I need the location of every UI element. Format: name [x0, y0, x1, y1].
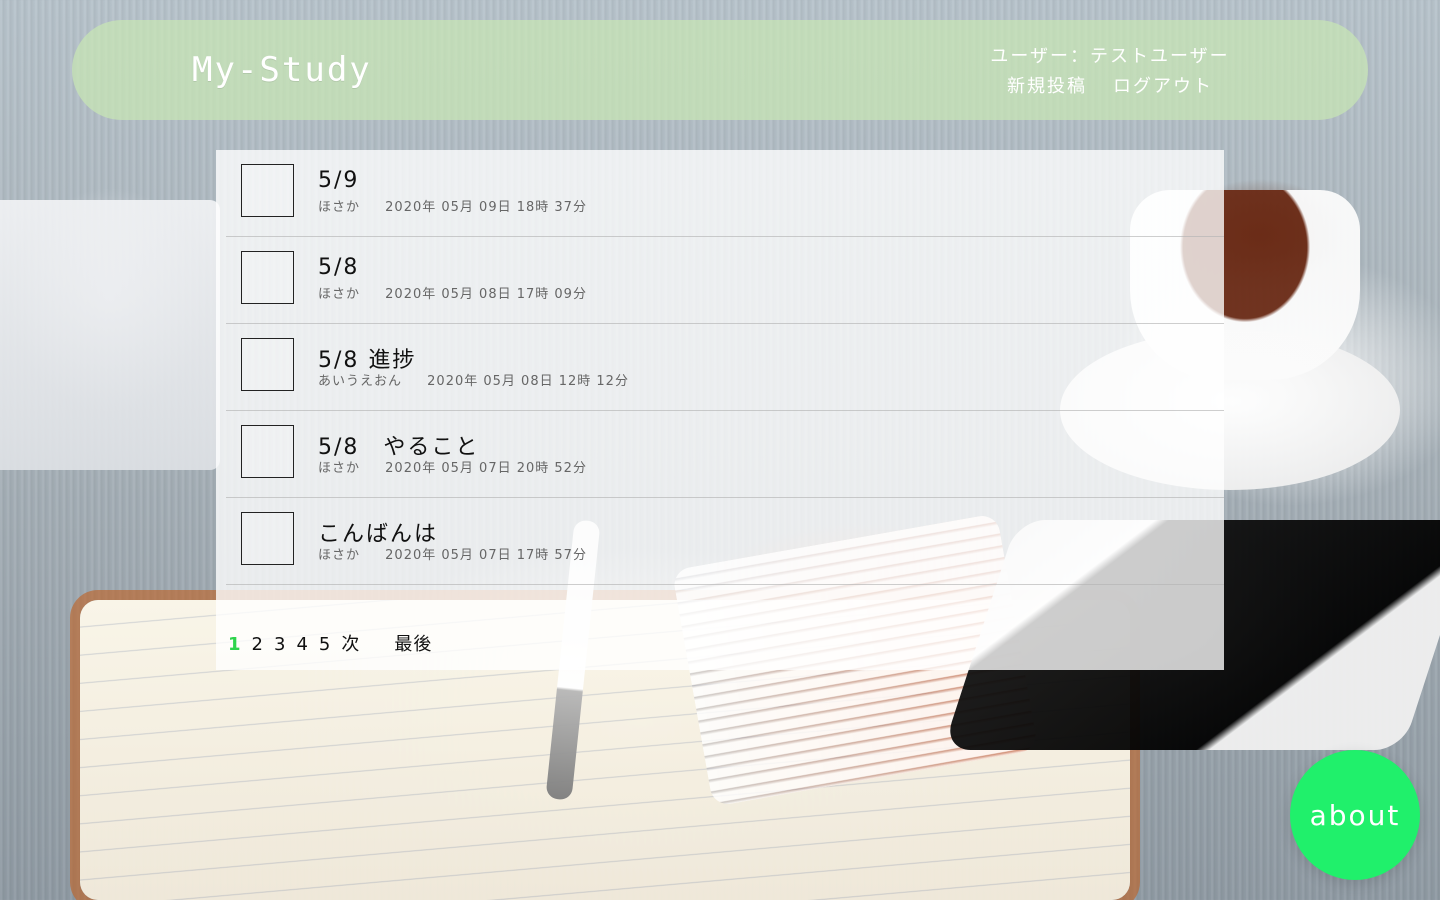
post-item-2[interactable]: 5/8 ほさか 2020年 05月 08日 17時 09分	[226, 237, 1224, 324]
post-thumbnail[interactable]	[241, 338, 294, 391]
post-meta: ほさか 2020年 05月 08日 17時 09分	[318, 283, 587, 302]
post-list-panel: 5/9 ほさか 2020年 05月 09日 18時 37分 5/8 ほさか 20…	[216, 150, 1224, 670]
page-4-link[interactable]: 4	[296, 634, 308, 655]
post-thumbnail[interactable]	[241, 164, 294, 217]
post-meta: ほさか 2020年 05月 09日 18時 37分	[318, 196, 587, 215]
post-author: ほさか	[318, 461, 361, 476]
page-2-link[interactable]: 2	[252, 634, 264, 655]
post-author: ほさか	[318, 287, 361, 302]
post-datetime: 2020年 05月 08日 17時 09分	[385, 287, 587, 302]
post-author: ほさか	[318, 548, 361, 563]
background-keyboard	[0, 200, 220, 470]
post-title[interactable]: 5/9	[318, 168, 359, 193]
post-author: ほさか	[318, 200, 361, 215]
post-datetime: 2020年 05月 07日 20時 52分	[385, 461, 587, 476]
pagination: 1 2 3 4 5 次 最後	[228, 630, 432, 656]
header-actions: 新規投稿 ログアウト	[970, 72, 1250, 102]
new-post-link[interactable]: 新規投稿	[1007, 72, 1087, 102]
post-item-1[interactable]: 5/9 ほさか 2020年 05月 09日 18時 37分	[226, 150, 1224, 237]
about-button[interactable]: about	[1290, 750, 1420, 880]
post-datetime: 2020年 05月 07日 17時 57分	[385, 548, 587, 563]
post-item-4[interactable]: 5/8 やること ほさか 2020年 05月 07日 20時 52分	[226, 411, 1224, 498]
post-title[interactable]: 5/8	[318, 255, 359, 280]
post-meta: ほさか 2020年 05月 07日 20時 52分	[318, 457, 587, 476]
site-header: My-Study ユーザー：テストユーザー 新規投稿 ログアウト	[72, 20, 1368, 120]
page-current: 1	[228, 634, 242, 655]
post-author: あいうえおん	[318, 374, 403, 389]
current-user-label: ユーザー：テストユーザー	[990, 46, 1230, 67]
next-page-link[interactable]: 次	[341, 630, 360, 656]
post-thumbnail[interactable]	[241, 251, 294, 304]
post-thumbnail[interactable]	[241, 512, 294, 565]
post-item-3[interactable]: 5/8 進捗 あいうえおん 2020年 05月 08日 12時 12分	[226, 324, 1224, 411]
post-item-5[interactable]: こんばんは ほさか 2020年 05月 07日 17時 57分	[226, 498, 1224, 585]
site-logo[interactable]: My-Study	[192, 50, 372, 90]
post-thumbnail[interactable]	[241, 425, 294, 478]
header-user-menu: ユーザー：テストユーザー 新規投稿 ログアウト	[970, 42, 1250, 102]
last-page-link[interactable]: 最後	[394, 630, 432, 656]
post-meta: あいうえおん 2020年 05月 08日 12時 12分	[318, 370, 629, 389]
post-datetime: 2020年 05月 09日 18時 37分	[385, 200, 587, 215]
post-meta: ほさか 2020年 05月 07日 17時 57分	[318, 544, 587, 563]
logout-link[interactable]: ログアウト	[1113, 72, 1213, 102]
post-datetime: 2020年 05月 08日 12時 12分	[427, 374, 629, 389]
page-5-link[interactable]: 5	[319, 634, 331, 655]
page-3-link[interactable]: 3	[274, 634, 286, 655]
